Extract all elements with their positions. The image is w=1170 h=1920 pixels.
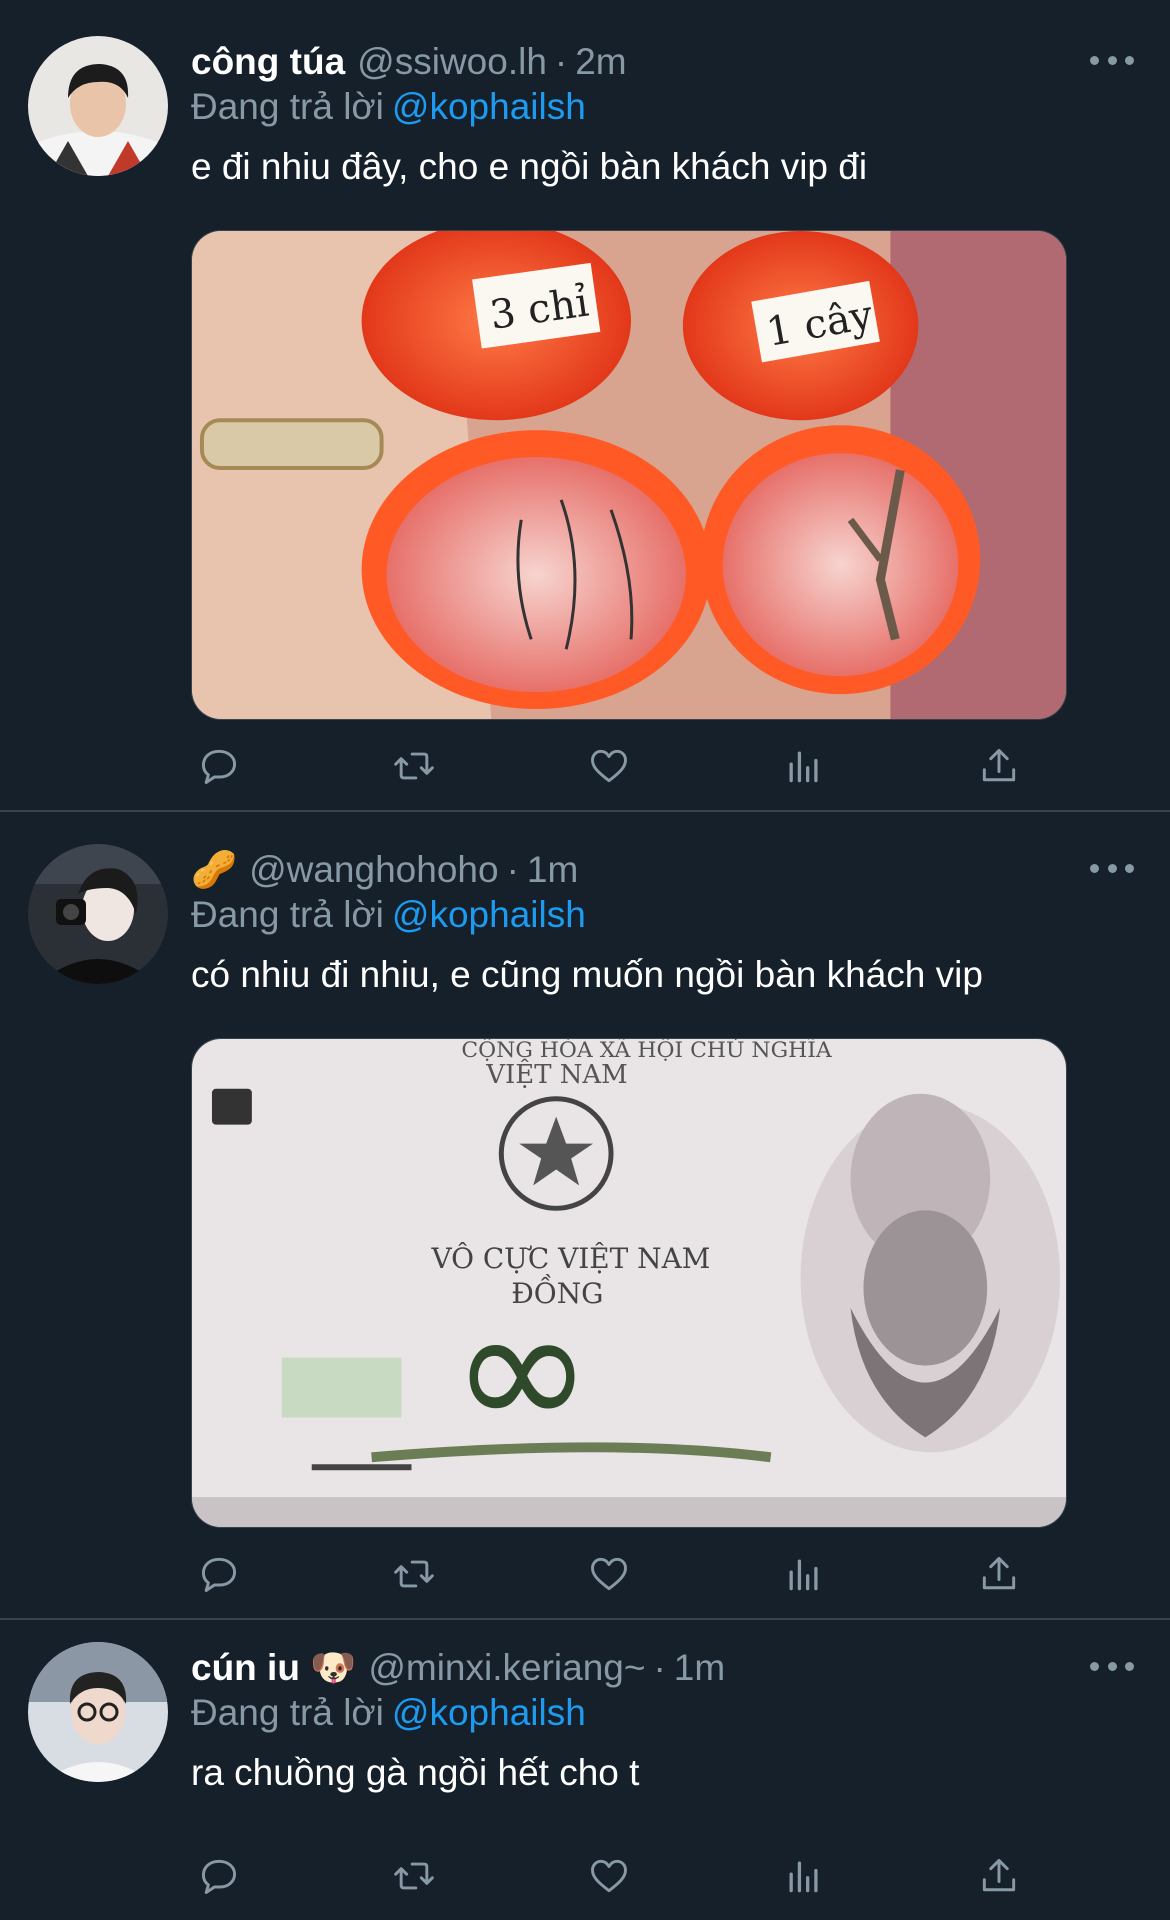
reply-icon[interactable]: [191, 1848, 247, 1904]
retweet-icon[interactable]: [386, 1848, 442, 1904]
reply-context: Đang trả lời @kophailsh: [191, 86, 586, 128]
tweet[interactable]: 🥜 @wanghohoho · 1m Đang trả lời @kophails…: [0, 844, 1170, 1624]
tweet[interactable]: cún iu 🐶 @minxi.keriang~ · 1m Đang trả l…: [0, 1642, 1170, 1912]
reply-icon[interactable]: [191, 738, 247, 794]
retweet-icon[interactable]: [386, 738, 442, 794]
reply-prefix: Đang trả lời: [191, 86, 384, 127]
share-icon[interactable]: [971, 1546, 1027, 1602]
tweet-text: có nhiu đi nhiu, e cũng muốn ngồi bàn kh…: [191, 954, 983, 995]
timestamp[interactable]: 1m: [674, 1647, 725, 1689]
analytics-icon[interactable]: [776, 738, 832, 794]
display-name[interactable]: cún iu 🐶: [191, 1647, 356, 1690]
tweet-text: ra chuồng gà ngồi hết cho t: [191, 1752, 640, 1793]
timestamp[interactable]: 1m: [527, 849, 578, 891]
separator-dot: ·: [554, 41, 568, 82]
reply-context: Đang trả lời @kophailsh: [191, 1692, 586, 1734]
dog-emoji: 🐶: [310, 1646, 357, 1688]
tweet[interactable]: công túa @ssiwoo.lh · 2m Đang trả lời @ko…: [0, 36, 1170, 816]
like-icon[interactable]: [581, 1546, 637, 1602]
separator-dot: ·: [653, 1647, 666, 1688]
mention-link[interactable]: @kophailsh: [392, 86, 586, 127]
display-name[interactable]: công túa: [191, 41, 345, 83]
user-handle[interactable]: @ssiwoo.lh: [357, 41, 547, 83]
tweet-actions: [191, 738, 1071, 794]
reply-prefix: Đang trả lời: [191, 894, 384, 935]
analytics-icon[interactable]: [776, 1848, 832, 1904]
more-options-icon[interactable]: [1090, 50, 1134, 70]
share-icon[interactable]: [971, 738, 1027, 794]
share-icon[interactable]: [971, 1848, 1027, 1904]
tweet-divider: [0, 1618, 1170, 1620]
reply-context: Đang trả lời @kophailsh: [191, 894, 586, 936]
display-name[interactable]: 🥜: [191, 849, 237, 892]
like-icon[interactable]: [581, 1848, 637, 1904]
timestamp[interactable]: 2m: [575, 41, 626, 83]
reply-prefix: Đang trả lời: [191, 1692, 384, 1733]
mention-link[interactable]: @kophailsh: [392, 894, 586, 935]
reply-icon[interactable]: [191, 1546, 247, 1602]
tweet-actions: [191, 1848, 1071, 1904]
avatar[interactable]: [28, 1642, 168, 1782]
retweet-icon[interactable]: [386, 1546, 442, 1602]
avatar[interactable]: [28, 36, 168, 176]
tweet-image[interactable]: 3 chỉ 1 cây: [191, 230, 1067, 720]
user-handle[interactable]: @minxi.keriang~: [368, 1647, 645, 1689]
more-options-icon[interactable]: [1090, 1656, 1134, 1676]
avatar[interactable]: [28, 844, 168, 984]
tweet-divider: [0, 810, 1170, 812]
analytics-icon[interactable]: [776, 1546, 832, 1602]
separator-dot: ·: [506, 849, 519, 890]
tweet-text: e đi nhiu đây, cho e ngồi bàn khách vip …: [191, 146, 868, 187]
infinity-symbol: ∞: [451, 1271, 592, 1468]
banknote-country: VIỆT NAM: [485, 1058, 627, 1090]
like-icon[interactable]: [581, 738, 637, 794]
tweet-actions: [191, 1546, 1071, 1602]
user-handle[interactable]: @wanghohoho: [249, 849, 498, 891]
more-options-icon[interactable]: [1090, 858, 1134, 878]
mention-link[interactable]: @kophailsh: [392, 1692, 586, 1733]
peanut-emoji: 🥜: [191, 848, 238, 890]
tweet-image[interactable]: CỘNG HÒA XÃ HỘI CHỦ NGHĨA VIỆT NAM VÔ CỰ…: [191, 1038, 1067, 1528]
